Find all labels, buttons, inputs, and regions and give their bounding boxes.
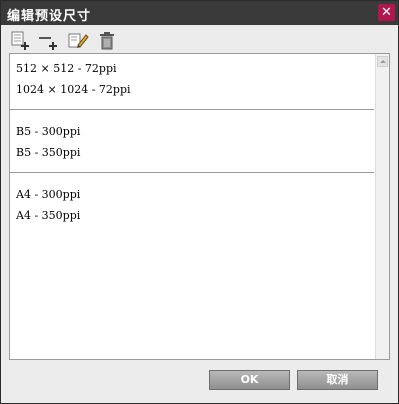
dialog-title: 编辑预设尺寸 [7,9,92,24]
list-item[interactable]: 1024 × 1024 - 72ppi [16,83,131,96]
separator[interactable] [10,109,374,110]
list-item[interactable]: A4 - 350ppi [16,209,80,222]
title-bar[interactable]: 编辑预设尺寸 ✕ [1,1,398,25]
cancel-button[interactable]: 取消 [297,370,378,390]
close-icon: ✕ [381,5,392,20]
ok-button[interactable]: OK [209,370,290,390]
list-item[interactable]: 512 × 512 - 72ppi [16,62,117,75]
separator[interactable] [10,172,374,173]
scroll-up-button[interactable] [377,56,388,67]
add-separator-button[interactable] [37,31,59,51]
add-preset-button[interactable] [9,31,31,51]
list-item[interactable]: B5 - 350ppi [16,146,80,159]
preset-size-list[interactable]: 512 × 512 - 72ppi 1024 × 1024 - 72ppi B5… [9,53,390,360]
close-button[interactable]: ✕ [378,4,395,21]
edit-preset-size-dialog: 编辑预设尺寸 ✕ 512 × 512 - 72ppi 1024 × 1024 -… [0,0,399,404]
delete-button[interactable] [97,31,119,51]
edit-button[interactable] [67,31,89,51]
add-separator-icon [39,37,57,50]
edit-pencil-icon [68,33,89,48]
trash-icon [100,32,114,50]
vertical-scrollbar[interactable] [375,54,389,359]
add-preset-icon [11,31,29,50]
list-item[interactable]: B5 - 300ppi [16,125,80,138]
list-item[interactable]: A4 - 300ppi [16,188,80,201]
